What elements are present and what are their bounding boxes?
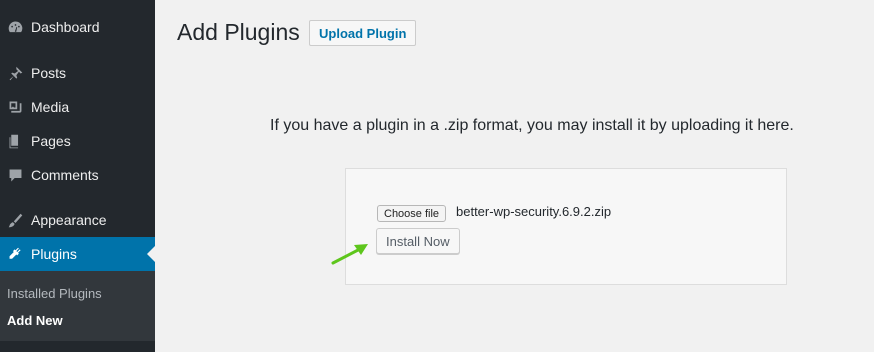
menu-item-comments[interactable]: Comments	[0, 158, 155, 192]
menu-item-appearance[interactable]: Appearance	[0, 203, 155, 237]
menu-item-posts[interactable]: Posts	[0, 56, 155, 90]
paintbrush-icon	[0, 210, 31, 230]
pages-icon	[0, 131, 31, 151]
pushpin-icon	[0, 63, 31, 83]
choose-file-button[interactable]: Choose file	[377, 205, 447, 222]
menu-item-plugins[interactable]: Plugins	[0, 237, 155, 271]
upload-instructions: If you have a plugin in a .zip format, y…	[270, 117, 794, 134]
menu-item-pages[interactable]: Pages	[0, 124, 155, 158]
page-title: Add Plugins	[177, 19, 300, 45]
menu-item-label: Dashboard	[31, 19, 100, 35]
menu-item-dashboard[interactable]: Dashboard	[0, 10, 155, 44]
menu-item-label: Media	[31, 99, 70, 115]
upload-plugin-button[interactable]: Upload Plugin	[309, 20, 417, 46]
install-now-button[interactable]: Install Now	[376, 228, 460, 254]
menu-item-label: Appearance	[31, 212, 107, 228]
menu-item-label: Comments	[31, 167, 99, 183]
plugin-icon	[0, 244, 31, 264]
submenu-item-add-new[interactable]: Add New	[7, 313, 63, 328]
menu-item-label: Pages	[31, 133, 71, 149]
menu-item-label: Posts	[31, 65, 67, 81]
green-arrow-icon	[331, 244, 368, 265]
selected-file-name: better-wp-security.6.9.2.zip	[456, 204, 612, 219]
dashboard-icon	[0, 17, 31, 37]
plugins-submenu: Installed Plugins Add New	[0, 271, 155, 341]
menu-item-label: Plugins	[31, 246, 77, 262]
upload-form-box	[345, 168, 787, 285]
media-icon	[0, 97, 31, 117]
admin-sidebar: Dashboard Posts Media Pages Comments App…	[0, 0, 155, 352]
submenu-item-installed-plugins[interactable]: Installed Plugins	[7, 286, 102, 301]
comment-bubble-icon	[0, 165, 31, 185]
menu-item-media[interactable]: Media	[0, 90, 155, 124]
